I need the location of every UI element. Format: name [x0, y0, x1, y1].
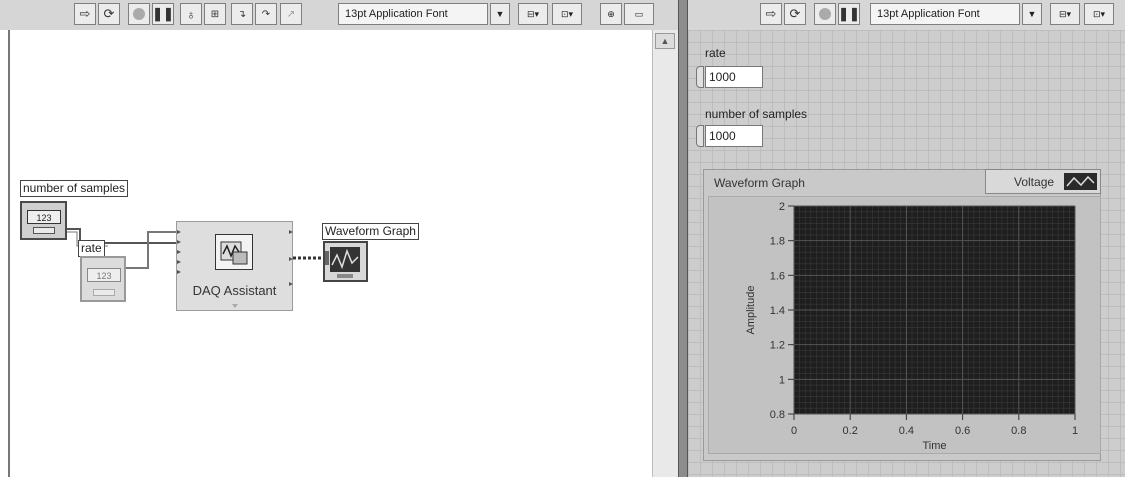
- x-tick-label: 1: [1072, 425, 1078, 437]
- align-objects-icon[interactable]: ⊟▾: [1050, 3, 1080, 25]
- front-panel-toolbar: ⇨ ⟳ ❚❚ 13pt Application Font ▼ ⊟▾ ⊡▾: [688, 0, 1125, 31]
- font-selector[interactable]: 13pt Application Font: [870, 3, 1020, 25]
- y-tick-label: 1.2: [770, 340, 785, 352]
- waveform-graph-icon: [325, 247, 360, 278]
- number-of-samples-terminal[interactable]: 123: [20, 201, 67, 240]
- y-tick-label: 1: [779, 374, 785, 386]
- distribute-objects-icon[interactable]: ⊡▾: [1084, 3, 1114, 25]
- waveform-graph-label: Waveform Graph: [322, 223, 419, 240]
- numeric-terminal-text: 123: [87, 268, 121, 282]
- y-tick-label: 2: [779, 201, 785, 213]
- pause-icon[interactable]: ❚❚: [838, 3, 860, 25]
- number-of-samples-control-label: number of samples: [705, 107, 808, 121]
- waveform-graph-chart[interactable]: 0 0.2 0.4 0.6 0.8 1 0.8 1 1.2 1.4 1.6 1.8 2 Time Ampli…: [688, 190, 1108, 460]
- x-tick-label: 0.4: [899, 425, 914, 437]
- waveform-graph-title: Waveform Graph: [714, 176, 805, 190]
- increment-arrows-icon[interactable]: [696, 125, 704, 147]
- number-of-samples-label: number of samples: [20, 180, 129, 197]
- y-axis-label: Amplitude: [745, 286, 757, 335]
- y-tick-label: 1.4: [770, 305, 785, 317]
- y-tick-label: 1.6: [770, 270, 785, 282]
- x-tick-label: 0: [791, 425, 797, 437]
- waveform-graph-terminal[interactable]: [323, 241, 368, 282]
- x-tick-label: 0.2: [843, 425, 858, 437]
- daq-assistant-node[interactable]: DAQ Assistant: [176, 221, 293, 311]
- run-continuous-icon[interactable]: ⟳: [784, 3, 806, 25]
- daq-terminals-icon: [177, 230, 293, 308]
- x-tick-label: 0.8: [1011, 425, 1026, 437]
- number-of-samples-control[interactable]: 1000: [696, 125, 766, 147]
- numeric-terminal-text: 123: [27, 210, 61, 224]
- rate-control[interactable]: 1000: [696, 66, 766, 88]
- rate-terminal[interactable]: 123: [80, 256, 126, 302]
- scroll-up-arrow-icon[interactable]: ▲: [655, 33, 675, 49]
- rate-label: rate: [78, 240, 105, 257]
- font-dropdown-arrow-icon[interactable]: ▼: [1022, 3, 1042, 25]
- window-divider: [678, 0, 688, 477]
- x-tick-label: 0.6: [955, 425, 970, 437]
- terminal-base: [93, 289, 115, 296]
- legend-line-icon[interactable]: [1064, 173, 1097, 190]
- legend-series-name: Voltage: [1014, 175, 1055, 189]
- x-axis-label: Time: [922, 440, 946, 452]
- y-tick-label: 0.8: [770, 409, 785, 421]
- number-of-samples-value[interactable]: 1000: [705, 125, 763, 147]
- vertical-scrollbar[interactable]: ▲: [652, 30, 679, 477]
- increment-arrows-icon[interactable]: [696, 66, 704, 88]
- y-tick-label: 1.8: [770, 236, 785, 248]
- run-arrow-icon[interactable]: ⇨: [760, 3, 782, 25]
- abort-icon[interactable]: [814, 3, 836, 25]
- rate-control-label: rate: [705, 46, 726, 60]
- rate-value[interactable]: 1000: [705, 66, 763, 88]
- terminal-base: [33, 227, 55, 234]
